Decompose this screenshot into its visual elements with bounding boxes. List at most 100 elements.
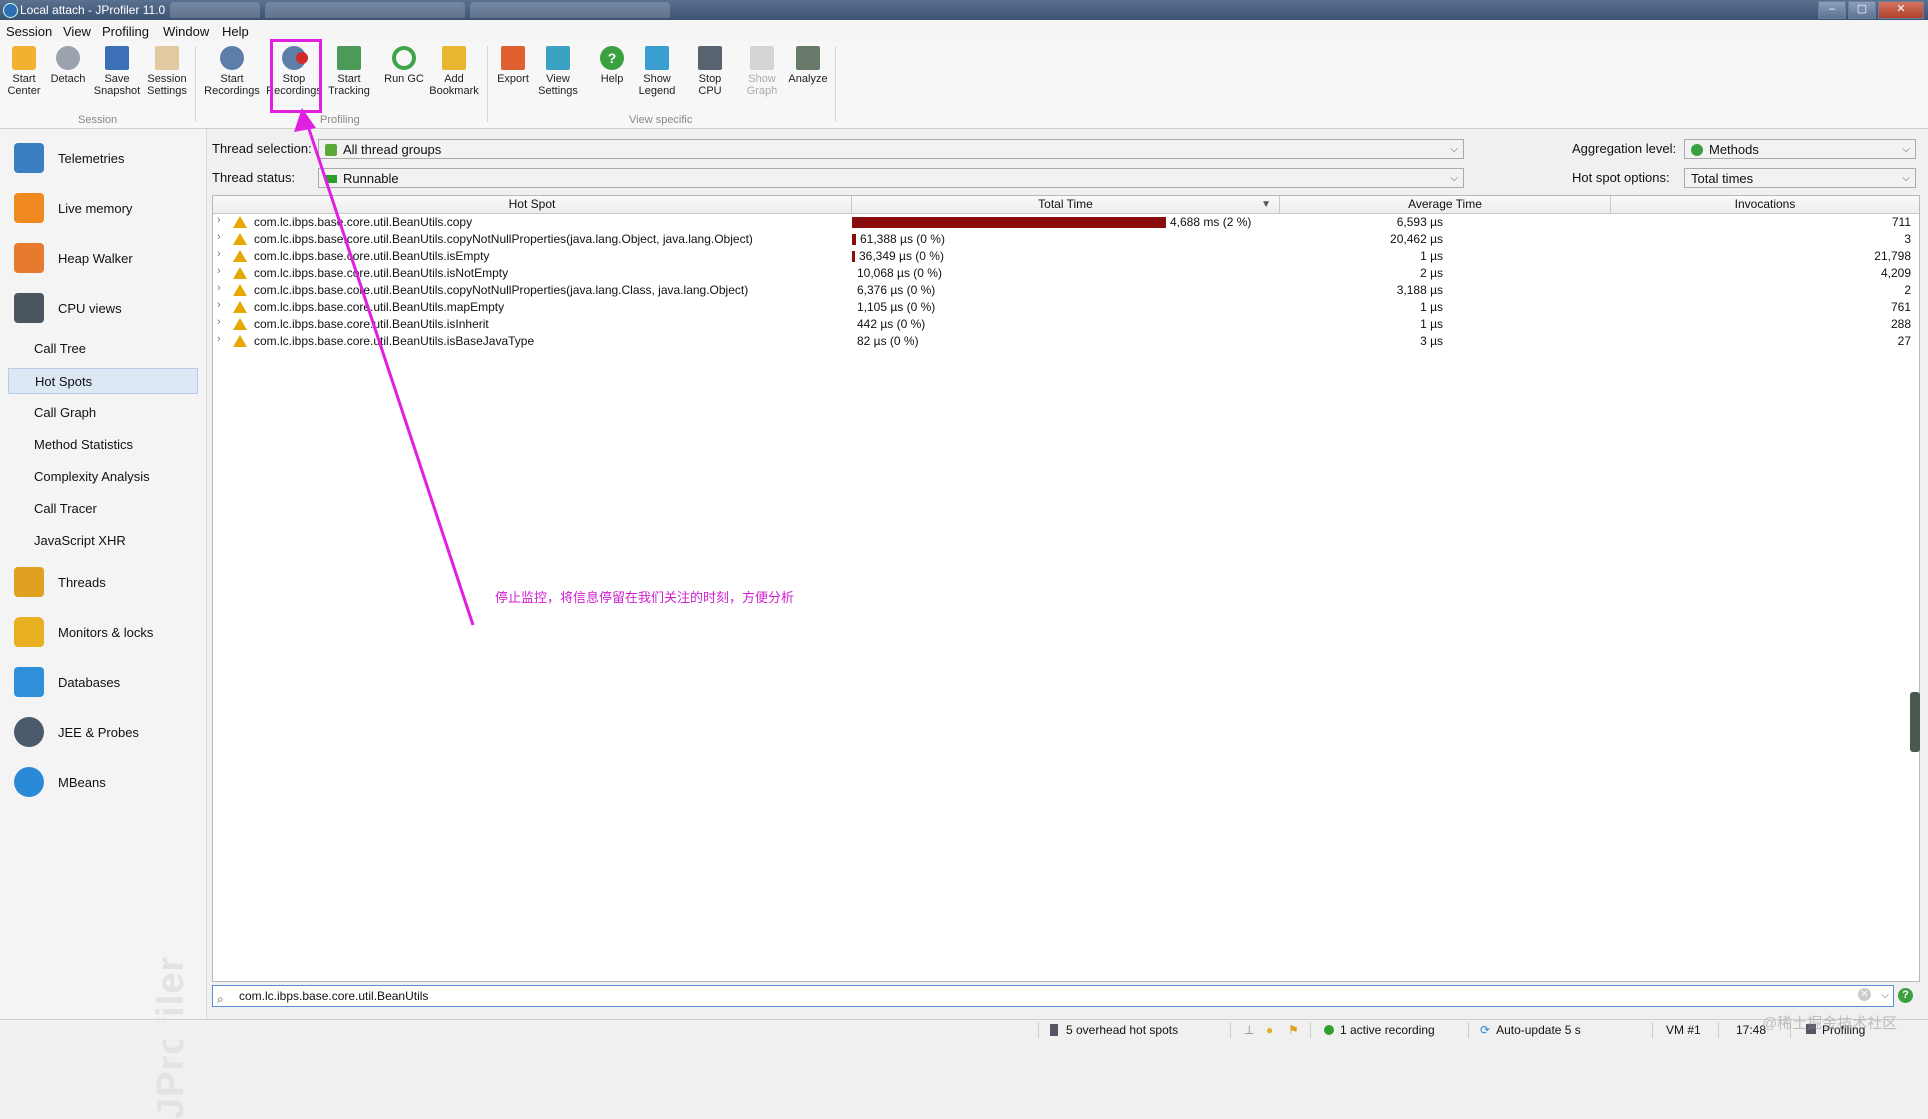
total-time-value: 6,376 µs (0 %) xyxy=(857,283,936,297)
table-row[interactable]: › com.lc.ibps.base.core.util.BeanUtils.is… xyxy=(213,265,1919,282)
add-bookmark-button[interactable]: Add Bookmark xyxy=(429,46,479,97)
thread-selection-dropdown[interactable]: All thread groups ⌵ xyxy=(318,139,1464,159)
probe-gauge-icon xyxy=(14,717,44,747)
menu-view[interactable]: View xyxy=(63,24,91,39)
invocations-value: 27 xyxy=(1897,334,1911,348)
annotation-text: 停止监控，将信息停留在我们关注的时刻，方便分析 xyxy=(495,590,795,605)
sidebar-item-telemetries[interactable]: Telemetries xyxy=(14,141,124,175)
menu-session[interactable]: Session xyxy=(6,24,52,39)
sidebar-item-call-graph[interactable]: Call Graph xyxy=(8,400,198,426)
expand-chevron-icon[interactable]: › xyxy=(217,214,221,226)
table-row[interactable]: › com.lc.ibps.base.core.util.BeanUtils.co… xyxy=(213,214,1919,231)
hot-spot-options-dropdown[interactable]: Total times ⌵ xyxy=(1684,168,1916,188)
expand-chevron-icon[interactable]: › xyxy=(217,316,221,328)
active-recording-status[interactable]: 1 active recording xyxy=(1324,1023,1435,1037)
background-tab[interactable] xyxy=(470,2,670,18)
quick-search-input[interactable]: ⌕ com.lc.ibps.base.core.util.BeanUtils ✕… xyxy=(212,985,1894,1007)
total-time-value: 82 µs (0 %) xyxy=(857,334,919,348)
hot-spot-method-name: com.lc.ibps.base.core.util.BeanUtils.isB… xyxy=(254,334,535,348)
expand-chevron-icon[interactable]: › xyxy=(217,248,221,260)
aggregation-level-label: Aggregation level: xyxy=(1572,141,1677,156)
start-tracking-button[interactable]: Start Tracking xyxy=(326,46,372,97)
stop-cpu-button[interactable]: Stop CPU xyxy=(690,46,730,97)
column-invocations[interactable]: Invocations xyxy=(1611,196,1919,213)
menu-window[interactable]: Window xyxy=(163,24,209,39)
save-snapshot-button[interactable]: Save Snapshot xyxy=(93,46,141,97)
sidebar-item-call-tree[interactable]: Call Tree xyxy=(8,336,198,362)
sidebar-item-method-statistics[interactable]: Method Statistics xyxy=(8,432,198,458)
maximize-button[interactable]: ▢ xyxy=(1848,1,1876,19)
chevron-down-icon: ⌵ xyxy=(1902,173,1910,184)
scrollbar-handle[interactable] xyxy=(1910,692,1920,752)
table-row[interactable]: › com.lc.ibps.base.core.util.BeanUtils.is… xyxy=(213,248,1919,265)
show-legend-button[interactable]: Show Legend xyxy=(635,46,679,97)
sidebar-item-mbeans[interactable]: MBeans xyxy=(14,765,106,799)
expand-chevron-icon[interactable]: › xyxy=(217,299,221,311)
status-bar: 5 overhead hot spots ⊥ ● ⚑ 1 active reco… xyxy=(0,1019,1928,1040)
table-row[interactable]: › com.lc.ibps.base.core.util.BeanUtils.is… xyxy=(213,316,1919,333)
export-icon xyxy=(501,46,525,70)
sidebar-item-javascript-xhr[interactable]: JavaScript XHR xyxy=(8,528,198,554)
legend-icon xyxy=(645,46,669,70)
sidebar-item-monitors-locks[interactable]: Monitors & locks xyxy=(14,615,153,649)
quick-search-value: com.lc.ibps.base.core.util.BeanUtils xyxy=(239,989,429,1003)
lightbulb-icon[interactable]: ● xyxy=(1266,1023,1273,1037)
total-time-value: 1,105 µs (0 %) xyxy=(857,300,936,314)
session-settings-icon xyxy=(155,46,179,70)
menu-help[interactable]: Help xyxy=(222,24,249,39)
menu-profiling[interactable]: Profiling xyxy=(102,24,149,39)
help-icon[interactable]: ? xyxy=(1898,988,1913,1003)
detach-button[interactable]: Detach xyxy=(48,46,88,85)
column-total-time[interactable]: Total Time ▼ xyxy=(852,196,1280,213)
chevron-down-icon[interactable]: ⌵ xyxy=(1881,986,1889,1006)
help-button[interactable]: ? Help xyxy=(592,46,632,85)
flag-icon[interactable]: ⚑ xyxy=(1288,1023,1299,1037)
auto-update-status[interactable]: ⟳ Auto-update 5 s xyxy=(1480,1023,1581,1037)
start-recordings-button[interactable]: Start Recordings xyxy=(204,46,260,97)
expand-chevron-icon[interactable]: › xyxy=(217,333,221,345)
chevron-down-icon: ⌵ xyxy=(1450,144,1458,155)
overhead-hot-spots-status[interactable]: 5 overhead hot spots xyxy=(1050,1023,1178,1037)
table-row[interactable]: › com.lc.ibps.base.core.util.BeanUtils.is… xyxy=(213,333,1919,350)
threads-icon xyxy=(14,567,44,597)
sidebar-item-call-tracer[interactable]: Call Tracer xyxy=(8,496,198,522)
column-hot-spot[interactable]: Hot Spot xyxy=(213,196,852,213)
sidebar-item-jee-probes[interactable]: JEE & Probes xyxy=(14,715,139,749)
sidebar-item-threads[interactable]: Threads xyxy=(14,565,106,599)
source-watermark: @稀土掘金技术社区 xyxy=(1762,1015,1898,1032)
expand-chevron-icon[interactable]: › xyxy=(217,282,221,294)
minimize-button[interactable]: – xyxy=(1818,1,1846,19)
analyze-button[interactable]: Analyze xyxy=(787,46,829,85)
expand-chevron-icon[interactable]: › xyxy=(217,265,221,277)
background-tab[interactable] xyxy=(265,2,465,18)
table-row[interactable]: › com.lc.ibps.base.core.util.BeanUtils.co… xyxy=(213,231,1919,248)
session-settings-button[interactable]: Session Settings xyxy=(144,46,190,97)
table-row[interactable]: › com.lc.ibps.base.core.util.BeanUtils.ma… xyxy=(213,299,1919,316)
sidebar-item-complexity-analysis[interactable]: Complexity Analysis xyxy=(8,464,198,490)
sidebar-item-hot-spots[interactable]: Hot Spots xyxy=(8,368,198,394)
start-center-button[interactable]: Start Center xyxy=(4,46,44,97)
column-average-time[interactable]: Average Time xyxy=(1280,196,1611,213)
globe-icon xyxy=(14,767,44,797)
aggregation-level-dropdown[interactable]: Methods ⌵ xyxy=(1684,139,1916,159)
run-gc-button[interactable]: Run GC xyxy=(381,46,427,85)
recording-indicator-icon xyxy=(1324,1025,1334,1035)
pin-icon[interactable]: ⊥ xyxy=(1244,1023,1254,1037)
background-tab[interactable] xyxy=(170,2,260,18)
thread-status-dropdown[interactable]: Runnable ⌵ xyxy=(318,168,1464,188)
sidebar-item-live-memory[interactable]: Live memory xyxy=(14,191,132,225)
clear-search-icon[interactable]: ✕ xyxy=(1858,988,1871,1001)
total-time-value: 61,388 µs (0 %) xyxy=(860,232,945,246)
export-button[interactable]: Export xyxy=(493,46,533,85)
detach-icon xyxy=(56,46,80,70)
sidebar-item-cpu-views[interactable]: CPU views xyxy=(14,291,122,325)
sidebar-item-databases[interactable]: Databases xyxy=(14,665,120,699)
average-time-value: 1 µs xyxy=(1420,249,1443,263)
expand-chevron-icon[interactable]: › xyxy=(217,231,221,243)
table-row[interactable]: › com.lc.ibps.base.core.util.BeanUtils.co… xyxy=(213,282,1919,299)
show-graph-button[interactable]: Show Graph xyxy=(742,46,782,97)
total-time-value: 36,349 µs (0 %) xyxy=(859,249,944,263)
close-button[interactable]: ✕ xyxy=(1878,1,1924,19)
view-settings-button[interactable]: View Settings xyxy=(535,46,581,97)
sidebar-item-heap-walker[interactable]: Heap Walker xyxy=(14,241,133,275)
